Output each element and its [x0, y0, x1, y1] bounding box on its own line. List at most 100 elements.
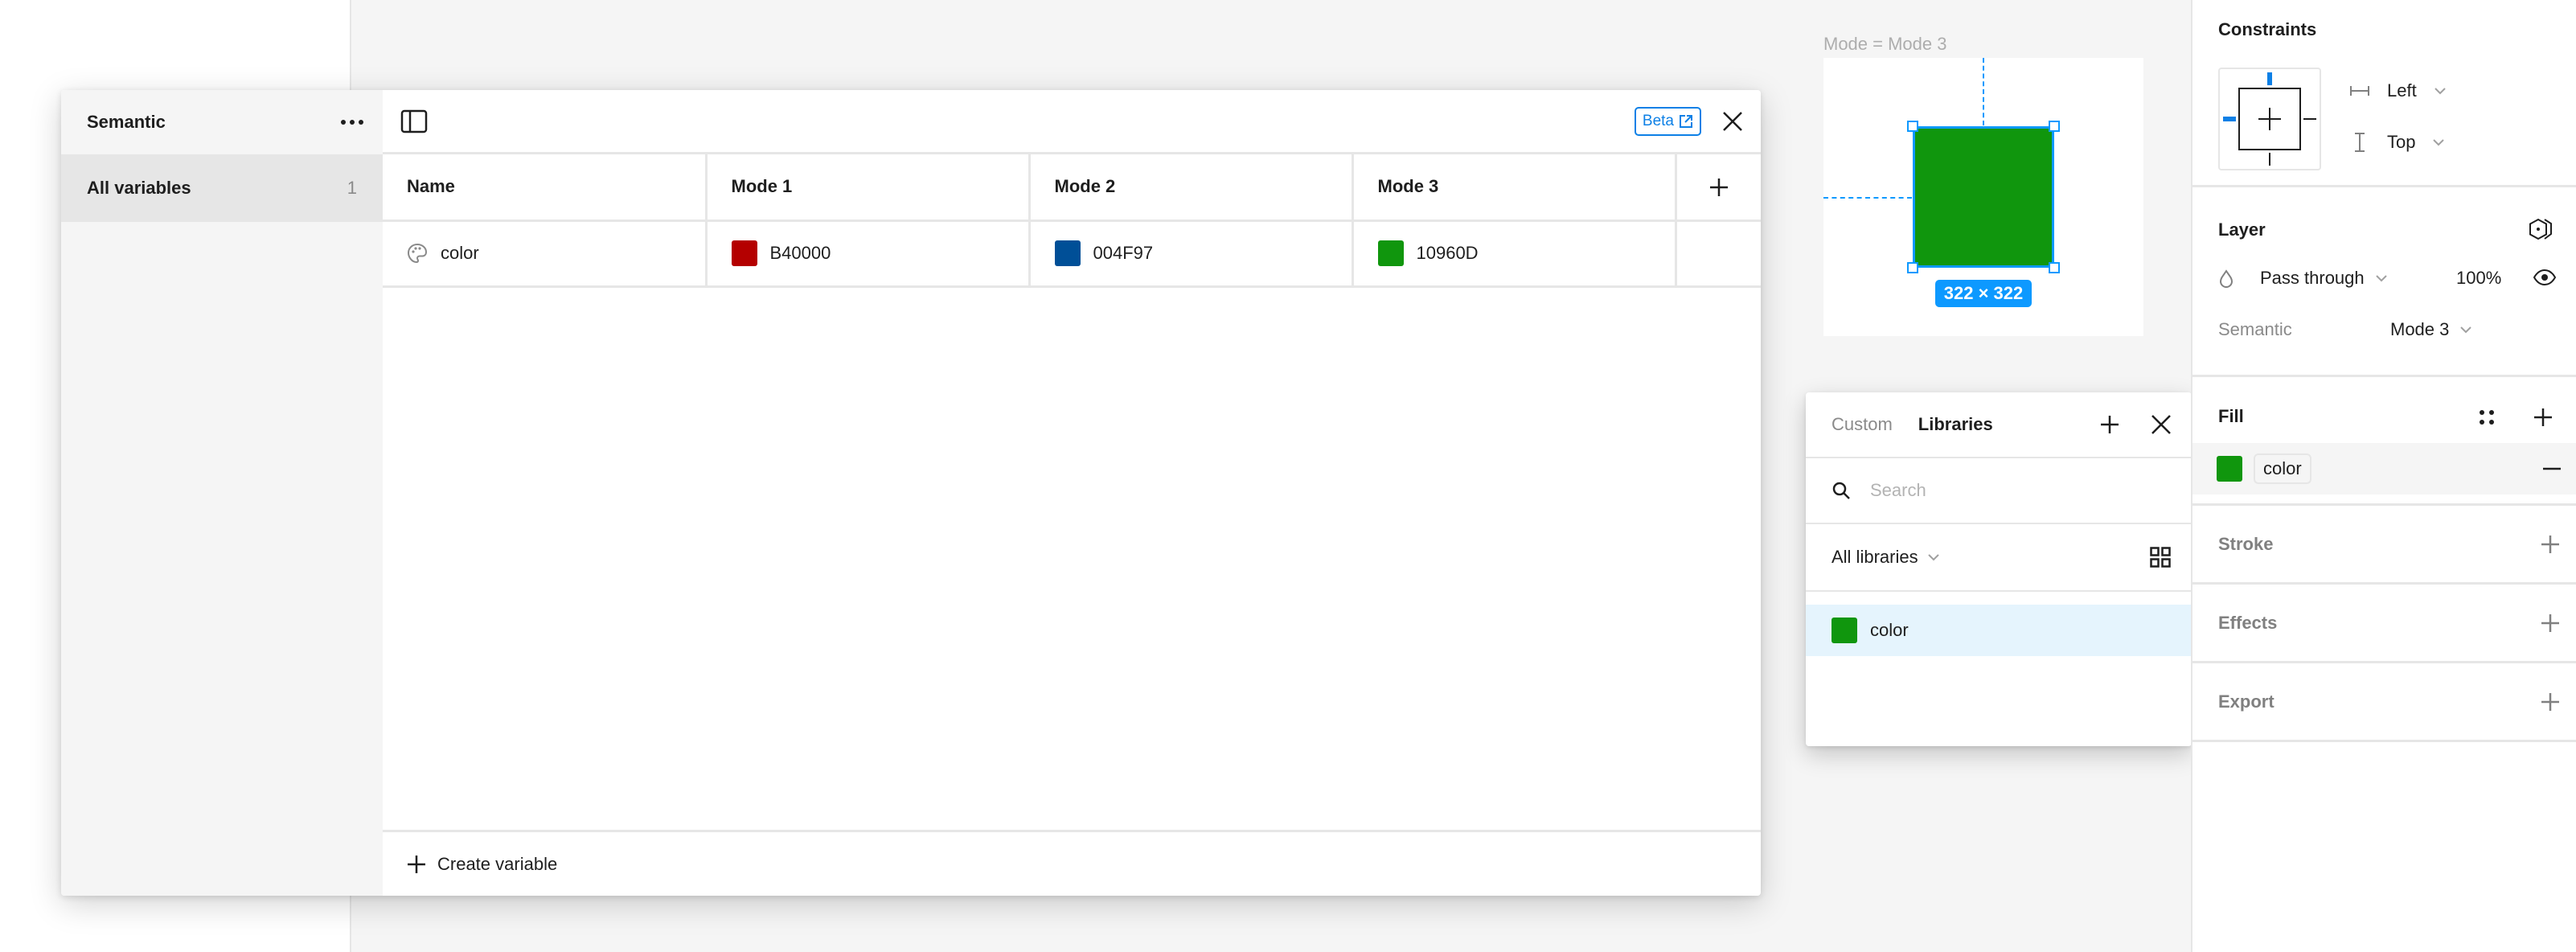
blend-mode-dropdown[interactable]: Pass through	[2260, 268, 2387, 289]
add-style-button[interactable]	[2100, 415, 2119, 434]
variable-mode-value: Mode 3	[2390, 319, 2450, 339]
plus-icon	[1709, 178, 1728, 197]
search-bar	[1806, 458, 2192, 524]
color-hex-value: B40000	[769, 243, 831, 263]
selected-rectangle[interactable]	[1913, 126, 2054, 268]
library-filter-dropdown[interactable]: All libraries	[1832, 547, 1939, 568]
color-swatch	[1832, 618, 1857, 643]
visibility-toggle[interactable]	[2533, 269, 2556, 285]
add-fill-button[interactable]	[2533, 408, 2553, 427]
column-header-name: Name	[383, 154, 708, 222]
search-input[interactable]	[1870, 480, 2111, 501]
constraint-diagram-icon	[2223, 72, 2316, 166]
resize-handle-top-left[interactable]	[1907, 121, 1918, 132]
remove-fill-button[interactable]	[2542, 467, 2562, 470]
picker-header: Custom Libraries	[1806, 392, 2192, 458]
opacity-input[interactable]: 100%	[2456, 268, 2501, 289]
mode-3-value-cell[interactable]: 10960D	[1352, 220, 1677, 288]
column-header-mode-1[interactable]: Mode 1	[706, 154, 1031, 222]
tab-custom[interactable]: Custom	[1832, 414, 1893, 435]
library-variable-item[interactable]: color	[1806, 605, 2192, 656]
external-link-icon	[1680, 114, 1692, 128]
more-dot-icon	[350, 120, 355, 125]
add-export-button[interactable]	[2541, 692, 2560, 712]
vertical-constraint-icon	[2355, 133, 2365, 152]
color-swatch[interactable]	[1377, 240, 1404, 266]
chevron-down-icon	[2434, 88, 2446, 95]
eye-icon	[2533, 269, 2556, 285]
add-mode-button[interactable]	[1676, 154, 1761, 222]
fill-color-swatch[interactable]	[2217, 456, 2242, 482]
sidebar-item-label: All variables	[87, 178, 191, 198]
resize-handle-bottom-left[interactable]	[1907, 262, 1918, 273]
plus-icon	[2101, 416, 2119, 433]
color-hex-value: 10960D	[1416, 243, 1479, 263]
fill-section: Fill color	[2192, 377, 2576, 506]
stroke-title: Stroke	[2218, 533, 2274, 554]
add-stroke-button[interactable]	[2541, 535, 2560, 554]
chevron-down-icon	[2433, 139, 2445, 146]
constraint-widget[interactable]	[2218, 68, 2321, 170]
measurement-guide-vertical	[1983, 58, 1984, 125]
search-icon	[1832, 482, 1850, 499]
collections-sidebar: Semantic All variables 1	[61, 90, 383, 896]
plus-icon	[2541, 613, 2559, 632]
horizontal-constraint-icon	[2350, 86, 2369, 96]
plus-icon	[2534, 408, 2552, 426]
grid-view-toggle[interactable]	[2150, 547, 2171, 568]
constraints-section: Constraints Left Top	[2192, 0, 2576, 187]
sidebar-item-all-variables[interactable]: All variables 1	[61, 154, 383, 222]
horizontal-constraint-dropdown[interactable]: Left	[2350, 80, 2446, 101]
collection-name[interactable]: Semantic	[87, 112, 166, 133]
more-options-button[interactable]	[341, 120, 363, 125]
fill-title: Fill	[2218, 406, 2244, 426]
close-dialog-button[interactable]	[1722, 111, 1743, 132]
plus-icon	[2541, 692, 2559, 711]
sidebar-item-count: 1	[347, 178, 357, 198]
chevron-down-icon	[2375, 275, 2387, 282]
color-hex-value: 004F97	[1093, 243, 1154, 263]
close-icon	[1723, 111, 1742, 131]
plus-icon	[2541, 535, 2559, 553]
variable-mode-icon	[2529, 218, 2552, 240]
export-section: Export	[2192, 663, 2576, 742]
local-variables-dialog: Semantic All variables 1 Beta Name Mode …	[61, 90, 1761, 896]
mode-2-value-cell[interactable]: 004F97	[1029, 220, 1354, 288]
close-icon	[2151, 415, 2171, 434]
toggle-sidebar-button[interactable]	[400, 109, 428, 133]
resize-handle-bottom-right[interactable]	[2049, 262, 2060, 273]
variable-name-cell[interactable]: color	[383, 220, 708, 288]
tab-libraries[interactable]: Libraries	[1918, 414, 1993, 435]
fill-variable-chip[interactable]: color	[2254, 453, 2311, 484]
selection-size-badge: 322 × 322	[1935, 280, 2032, 307]
column-header-mode-3[interactable]: Mode 3	[1352, 154, 1677, 222]
fill-library-picker: Custom Libraries All libraries color	[1806, 392, 2192, 746]
mode-1-value-cell[interactable]: B40000	[706, 220, 1031, 288]
chevron-down-icon	[1927, 554, 1939, 561]
vertical-constraint-dropdown[interactable]: Top	[2350, 132, 2445, 153]
resize-handle-top-right[interactable]	[2049, 121, 2060, 132]
mode-collection-label: Semantic	[2218, 319, 2292, 339]
create-variable-button[interactable]: Create variable	[383, 830, 1761, 896]
frame-label[interactable]: Mode = Mode 3	[1823, 34, 1946, 55]
variables-table: Name Mode 1 Mode 2 Mode 3 color B40000 0…	[383, 154, 1761, 288]
dialog-toolbar: Beta	[383, 90, 1761, 154]
close-picker-button[interactable]	[2151, 415, 2171, 434]
apply-variable-mode-button[interactable]	[2529, 218, 2553, 240]
beta-feedback-link[interactable]: Beta	[1634, 106, 1701, 136]
variable-mode-dropdown[interactable]: Mode 3	[2390, 319, 2472, 340]
sidebar-toggle-icon	[400, 109, 428, 133]
blend-mode-icon	[2218, 269, 2234, 293]
horizontal-constraint-value: Left	[2387, 80, 2417, 101]
table-row[interactable]: color B40000 004F97 10960D	[383, 220, 1761, 288]
add-effect-button[interactable]	[2541, 613, 2560, 633]
more-dot-icon	[359, 120, 363, 125]
color-swatch[interactable]	[1054, 240, 1081, 266]
column-header-mode-2[interactable]: Mode 2	[1029, 154, 1354, 222]
fill-row[interactable]: color	[2192, 443, 2576, 494]
color-swatch[interactable]	[731, 240, 757, 266]
fill-styles-button[interactable]	[2479, 409, 2495, 425]
more-dot-icon	[341, 120, 346, 125]
empty-cell	[1676, 220, 1761, 288]
measurement-guide-horizontal	[1823, 197, 1912, 199]
